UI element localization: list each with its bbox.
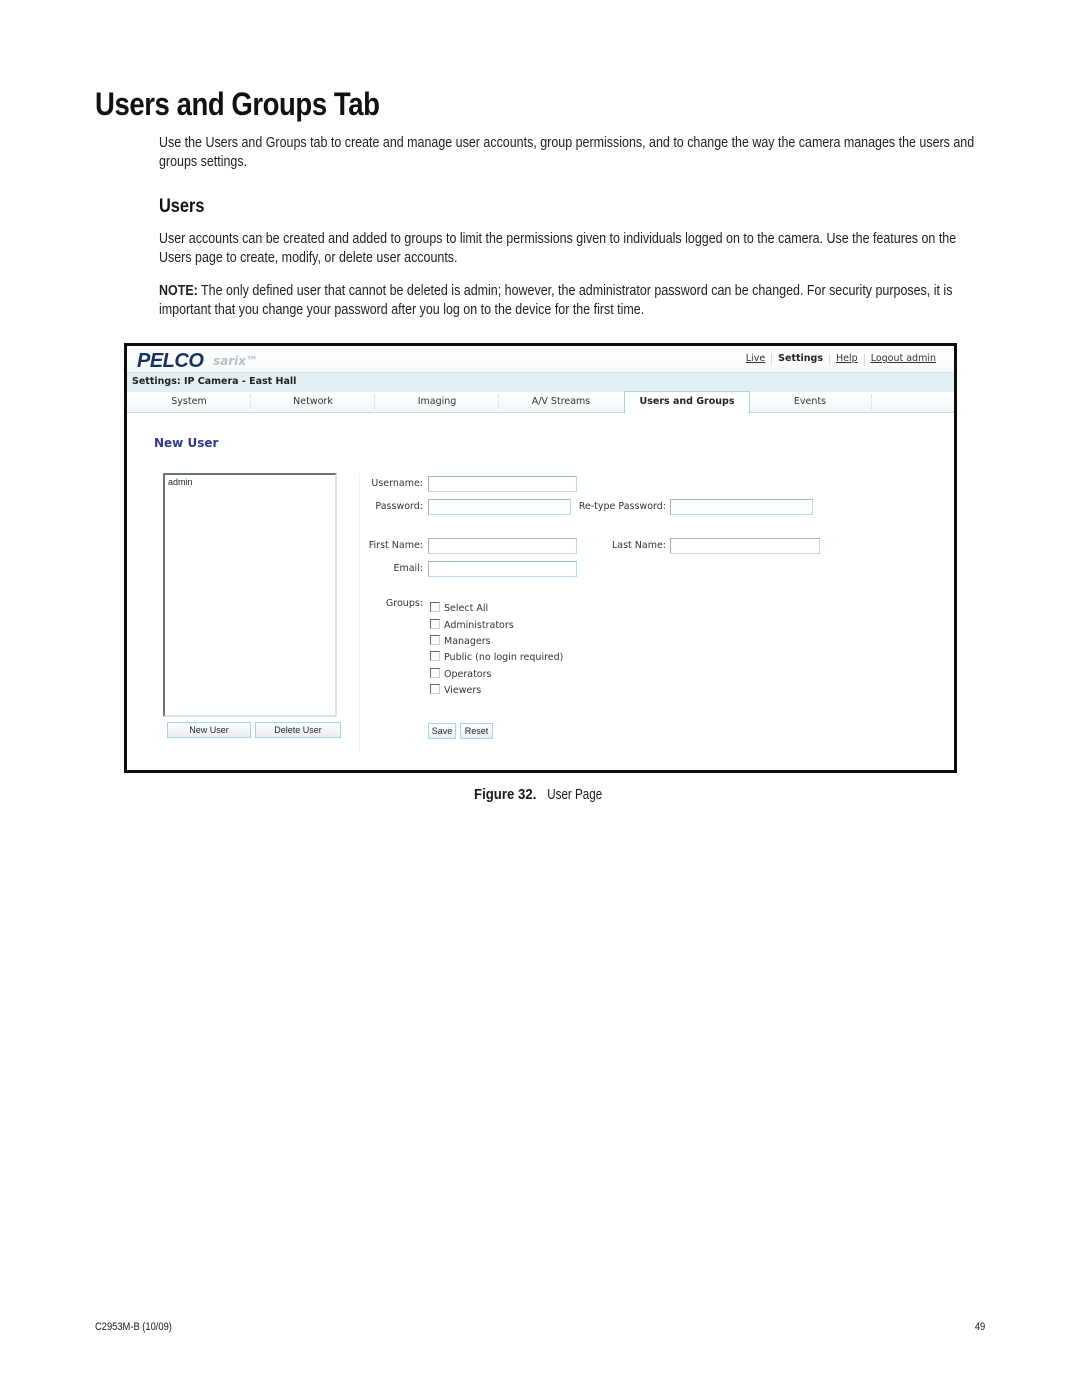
username-label: Username:: [371, 478, 423, 489]
group-viewers[interactable]: Viewers: [430, 684, 482, 696]
top-links: Live Settings Help Logout admin: [740, 353, 942, 365]
tab-network[interactable]: Network: [251, 392, 375, 412]
content-title: New User: [154, 436, 219, 450]
tab-label: A/V Streams: [531, 396, 591, 407]
user-list[interactable]: admin: [163, 473, 337, 717]
email-label: Email:: [393, 563, 423, 574]
figure-caption: Figure 32. User Page: [0, 786, 1080, 803]
tab-label: Users and Groups: [639, 396, 735, 407]
note-text: The only defined user that cannot be del…: [159, 283, 953, 318]
settings-link[interactable]: Settings: [772, 353, 829, 365]
user-list-item[interactable]: admin: [165, 475, 335, 489]
breadcrumb-bar: Settings: IP Camera - East Hall: [127, 372, 954, 393]
figure-caption-text: User Page: [547, 786, 603, 803]
checkbox[interactable]: [430, 651, 440, 661]
tab-divider: [870, 395, 872, 409]
username-input[interactable]: [428, 476, 577, 492]
group-public[interactable]: Public (no login required): [430, 651, 564, 663]
checkbox-label: Administrators: [444, 620, 514, 631]
tab-system[interactable]: System: [127, 392, 251, 412]
intro-paragraph: Use the Users and Groups tab to create a…: [159, 135, 975, 170]
top-bar: PELCO sarix™ Live Settings Help Logout a…: [127, 346, 954, 372]
delete-user-button[interactable]: Delete User: [255, 722, 341, 738]
footer-doc-id: C2953M-B (10/09): [95, 1321, 172, 1333]
group-operators[interactable]: Operators: [430, 668, 492, 680]
page-title: Users and Groups Tab: [95, 86, 380, 122]
tab-label: System: [171, 396, 207, 407]
groups-label: Groups:: [385, 598, 423, 609]
group-administrators[interactable]: Administrators: [430, 619, 514, 631]
screenshot-figure: PELCO sarix™ Live Settings Help Logout a…: [124, 343, 957, 773]
tab-av-streams[interactable]: A/V Streams: [499, 392, 623, 412]
checkbox-label: Viewers: [444, 685, 482, 696]
checkbox[interactable]: [430, 602, 440, 612]
section-paragraph: User accounts can be created and added t…: [159, 231, 957, 266]
figure-label: Figure 32.: [473, 786, 537, 803]
tab-bar: System Network Imaging A/V Streams Users…: [127, 391, 954, 414]
group-select-all[interactable]: Select All: [430, 602, 489, 614]
sarix-logo: sarix™: [213, 354, 259, 368]
checkbox[interactable]: [430, 619, 440, 629]
live-link[interactable]: Live: [740, 353, 771, 365]
checkbox[interactable]: [430, 635, 440, 645]
last-name-label: Last Name:: [611, 540, 666, 551]
checkbox[interactable]: [430, 668, 440, 678]
help-link[interactable]: Help: [830, 353, 864, 365]
reset-button[interactable]: Reset: [460, 723, 493, 739]
tab-label: Imaging: [417, 396, 457, 407]
column-divider: [359, 473, 360, 753]
checkbox-label: Select All: [444, 603, 489, 614]
password-input[interactable]: [428, 499, 571, 515]
section-heading: Users: [159, 196, 205, 217]
note-label: NOTE:: [159, 283, 198, 299]
note-paragraph: NOTE: The only defined user that cannot …: [159, 282, 989, 320]
password-label: Password:: [375, 501, 423, 512]
tab-label: Events: [793, 396, 827, 407]
checkbox[interactable]: [430, 684, 440, 694]
checkbox-label: Public (no login required): [444, 652, 564, 663]
new-user-button[interactable]: New User: [167, 722, 251, 738]
retype-password-label: Re-type Password:: [578, 501, 666, 512]
last-name-input[interactable]: [670, 538, 820, 554]
first-name-input[interactable]: [428, 538, 577, 554]
pelco-logo: PELCO: [137, 350, 204, 372]
checkbox-label: Operators: [444, 669, 492, 680]
first-name-label: First Name:: [368, 540, 423, 551]
tab-events[interactable]: Events: [748, 392, 872, 412]
breadcrumb: Settings: IP Camera - East Hall: [132, 376, 297, 387]
tab-label: Network: [293, 396, 333, 407]
tab-users-and-groups[interactable]: Users and Groups: [624, 391, 750, 414]
retype-password-input[interactable]: [670, 499, 813, 515]
group-managers[interactable]: Managers: [430, 635, 491, 647]
tab-imaging[interactable]: Imaging: [375, 392, 499, 412]
save-button[interactable]: Save: [428, 723, 456, 739]
email-input[interactable]: [428, 561, 577, 577]
user-page-app: PELCO sarix™ Live Settings Help Logout a…: [127, 346, 954, 770]
checkbox-label: Managers: [444, 636, 491, 647]
logout-link[interactable]: Logout admin: [865, 353, 942, 365]
footer-page-number: 49: [974, 1321, 985, 1333]
